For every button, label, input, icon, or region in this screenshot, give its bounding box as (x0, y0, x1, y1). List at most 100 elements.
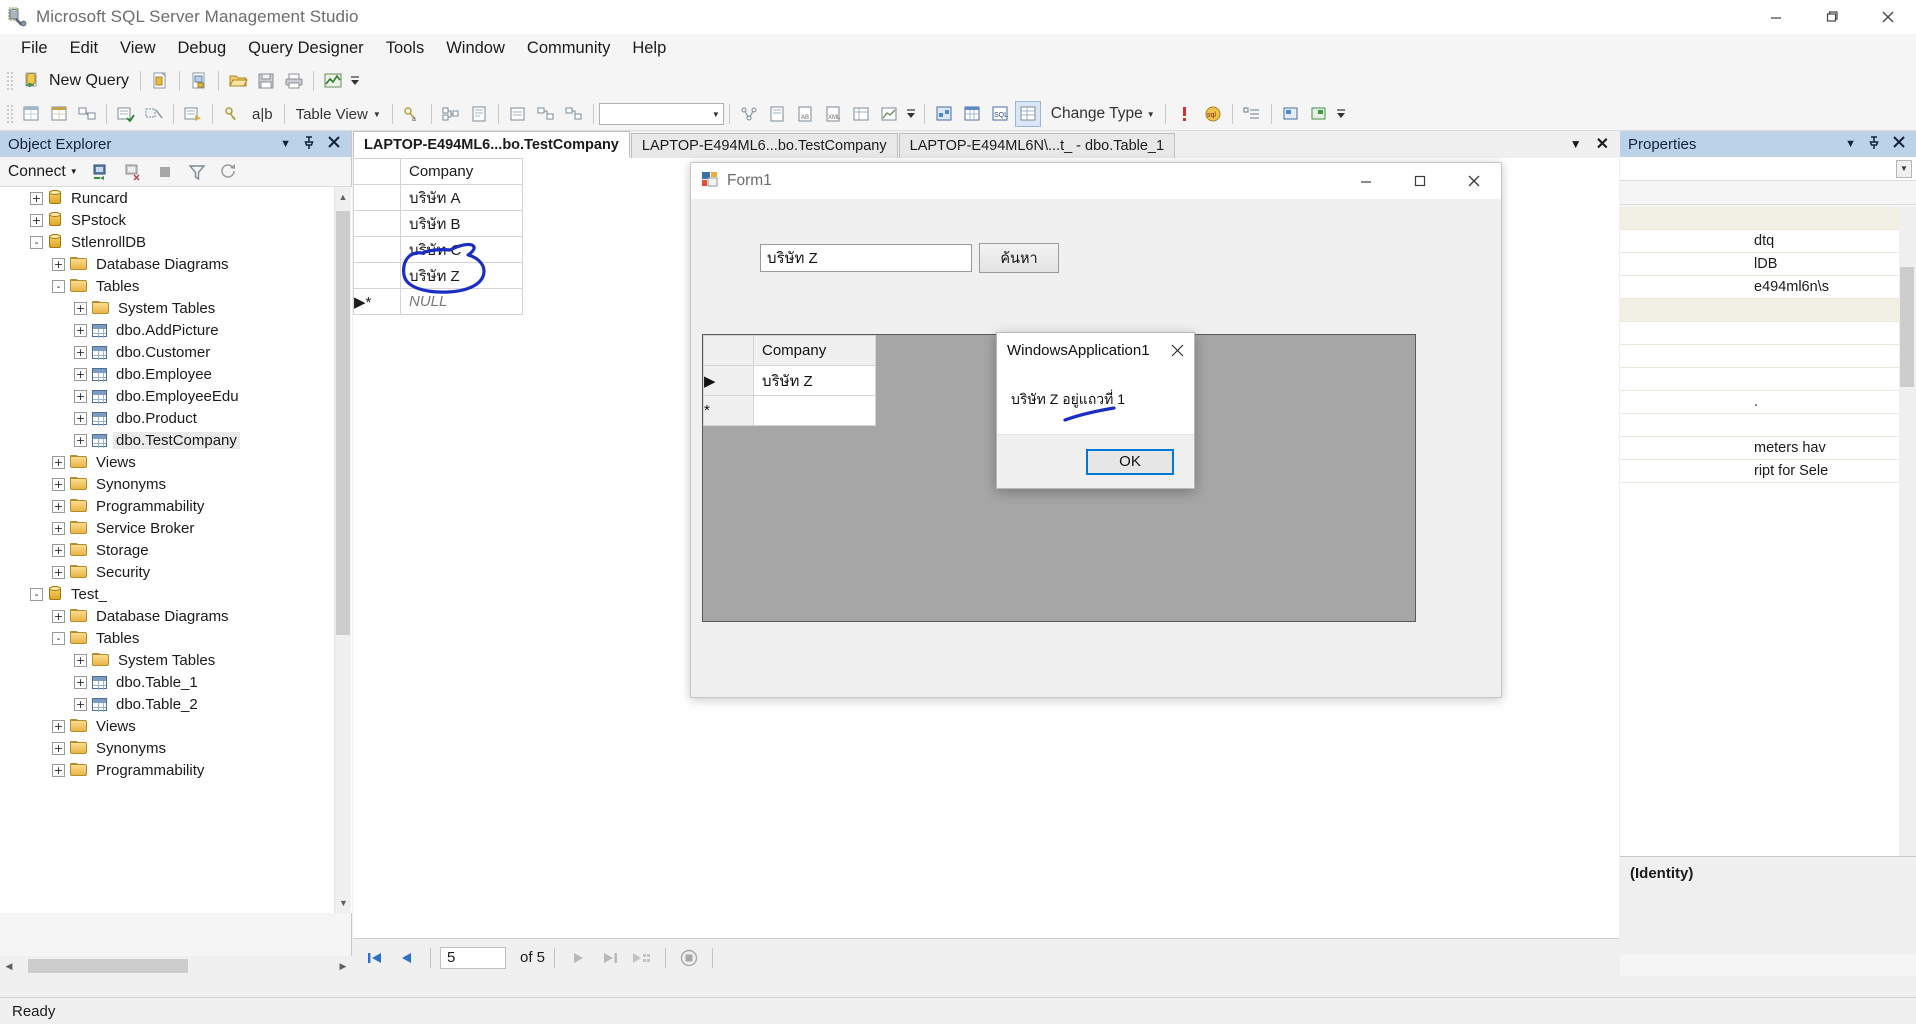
execute-sql-icon[interactable] (180, 101, 206, 127)
cell-company[interactable] (753, 395, 876, 426)
tree-expander-icon[interactable]: + (30, 191, 43, 205)
scroll-thumb[interactable] (1900, 267, 1914, 387)
row-marker-cell[interactable]: ▶* (353, 288, 401, 315)
object-explorer-tree[interactable]: + Runcard + SPstock - StlenrollDB + Database Di… (0, 187, 352, 913)
stop-icon[interactable] (152, 159, 178, 185)
toolbar-overflow-icon[interactable] (903, 101, 919, 127)
tree-expander-icon[interactable]: + (74, 433, 87, 447)
tree-expander-icon[interactable]: + (74, 675, 87, 689)
row-marker-cell[interactable]: * (703, 395, 754, 426)
tree-expander-icon[interactable]: + (74, 389, 87, 403)
row-marker-cell[interactable] (353, 210, 401, 237)
refresh-icon[interactable] (216, 159, 242, 185)
properties-pages-icon[interactable] (764, 101, 790, 127)
property-value[interactable]: . (1748, 394, 1916, 410)
scroll-left-icon[interactable]: ◀ (0, 961, 18, 972)
properties-row[interactable]: e494ml6n\s (1620, 276, 1916, 299)
tree-expander-icon[interactable]: + (52, 499, 65, 513)
menu-file[interactable]: File (10, 36, 59, 61)
go-previous-icon[interactable] (393, 945, 421, 971)
tree-node[interactable]: - Test_ (0, 583, 352, 605)
tree-node[interactable]: + dbo.EmployeeEdu (0, 385, 352, 407)
scroll-down-icon[interactable]: ▼ (335, 893, 352, 913)
properties-row[interactable]: meters hav (1620, 437, 1916, 460)
properties-row[interactable] (1620, 345, 1916, 368)
tree-expander-icon[interactable]: + (52, 741, 65, 755)
properties-row[interactable]: dtq (1620, 230, 1916, 253)
save-icon[interactable] (253, 68, 279, 94)
new-analysis-services-query-icon[interactable] (186, 68, 212, 94)
generate-change-script-icon[interactable] (736, 101, 762, 127)
column-header-company[interactable]: Company (400, 158, 523, 185)
scroll-thumb[interactable] (336, 211, 350, 635)
change-type-button[interactable]: Change Type ▼ (1043, 101, 1159, 127)
increase-indent-icon[interactable] (1278, 101, 1304, 127)
table-row[interactable]: ▶ บริษัท Z (703, 365, 876, 396)
minimize-icon[interactable] (1748, 0, 1804, 34)
tree-expander-icon[interactable]: + (52, 257, 65, 271)
scroll-right-icon[interactable]: ▶ (334, 961, 352, 972)
search-button[interactable]: ค้นหา (979, 243, 1059, 273)
tab-list-dropdown-icon[interactable]: ▼ (1570, 137, 1582, 151)
object-explorer-hscrollbar[interactable]: ◀ ▶ (0, 956, 352, 976)
tree-expander-icon[interactable]: + (74, 411, 87, 425)
tree-expander-icon[interactable]: + (52, 455, 65, 469)
tree-node[interactable]: + dbo.Customer (0, 341, 352, 363)
pin-icon[interactable] (1867, 135, 1881, 154)
manage-xml-indexes-icon[interactable] (533, 101, 559, 127)
form1-result-grid[interactable]: Company ▶ บริษัท Z * (703, 335, 876, 426)
menu-window[interactable]: Window (435, 36, 516, 61)
tree-node[interactable]: + dbo.Table_2 (0, 693, 352, 715)
new-database-engine-query-icon[interactable] (147, 68, 173, 94)
search-input[interactable]: บริษัท Z (760, 244, 972, 272)
show-criteria-pane-icon[interactable] (46, 101, 72, 127)
document-tab[interactable]: LAPTOP-E494ML6N\...t_ - dbo.Table_1 (898, 133, 1176, 158)
activity-monitor-icon[interactable] (320, 68, 346, 94)
properties-row[interactable] (1620, 322, 1916, 345)
tree-expander-icon[interactable]: + (74, 323, 87, 337)
property-value[interactable]: ript for Sele (1748, 463, 1916, 479)
properties-row[interactable] (1620, 368, 1916, 391)
cell-company[interactable]: บริษัท C (400, 236, 523, 263)
property-value[interactable]: e494ml6n\s (1748, 279, 1916, 295)
table-row[interactable]: บริษัท B (353, 210, 523, 237)
go-next-icon[interactable] (564, 945, 592, 971)
print-icon[interactable] (281, 68, 307, 94)
filter-icon[interactable] (184, 159, 210, 185)
close-icon[interactable] (1860, 0, 1916, 34)
tree-node[interactable]: + Synonyms (0, 473, 352, 495)
properties-vscrollbar[interactable] (1899, 207, 1916, 856)
row-marker-cell[interactable] (353, 262, 401, 289)
tree-expander-icon[interactable]: - (52, 631, 65, 645)
document-tab[interactable]: LAPTOP-E494ML6...bo.TestCompany (353, 131, 630, 158)
results-grid[interactable]: Company บริษัท A บริษัท B บริษัท C บริษัท Z ▶… (353, 158, 523, 315)
tree-expander-icon[interactable]: + (52, 521, 65, 535)
sql-editor-icon[interactable]: SQL (987, 101, 1013, 127)
menu-debug[interactable]: Debug (167, 36, 238, 61)
tree-node[interactable]: + Database Diagrams (0, 253, 352, 275)
toolbar-overflow-icon[interactable] (347, 68, 363, 94)
new-row-icon[interactable] (628, 945, 656, 971)
connect-button[interactable]: Connect ▼ (8, 163, 83, 181)
manage-spatial-indexes-icon[interactable] (561, 101, 587, 127)
manage-fulltext-index-icon[interactable] (466, 101, 492, 127)
restore-icon[interactable] (1804, 0, 1860, 34)
tree-expander-icon[interactable]: - (52, 279, 65, 293)
tree-node[interactable]: + Synonyms (0, 737, 352, 759)
tree-node[interactable]: + Storage (0, 539, 352, 561)
cell-company[interactable]: NULL (400, 288, 523, 315)
new-query-button[interactable]: New Query (17, 72, 135, 90)
column-header-company[interactable]: Company (753, 335, 876, 366)
properties-grid[interactable]: dtq lDB e494ml6n\s. meters hav ript for Sele (1620, 207, 1916, 856)
ok-button[interactable]: OK (1086, 448, 1174, 475)
menu-edit[interactable]: Edit (59, 36, 109, 61)
tree-node[interactable]: + System Tables (0, 297, 352, 319)
pin-icon[interactable] (302, 135, 316, 154)
tree-expander-icon[interactable]: + (74, 653, 87, 667)
table-row[interactable]: ▶* NULL (353, 288, 523, 315)
properties-object-combo[interactable]: ▼ (1620, 157, 1916, 181)
document-tab[interactable]: LAPTOP-E494ML6...bo.TestCompany (630, 133, 898, 158)
property-value[interactable]: lDB (1748, 256, 1916, 272)
table-grid-icon[interactable] (959, 101, 985, 127)
table-row[interactable]: บริษัท C (353, 236, 523, 263)
